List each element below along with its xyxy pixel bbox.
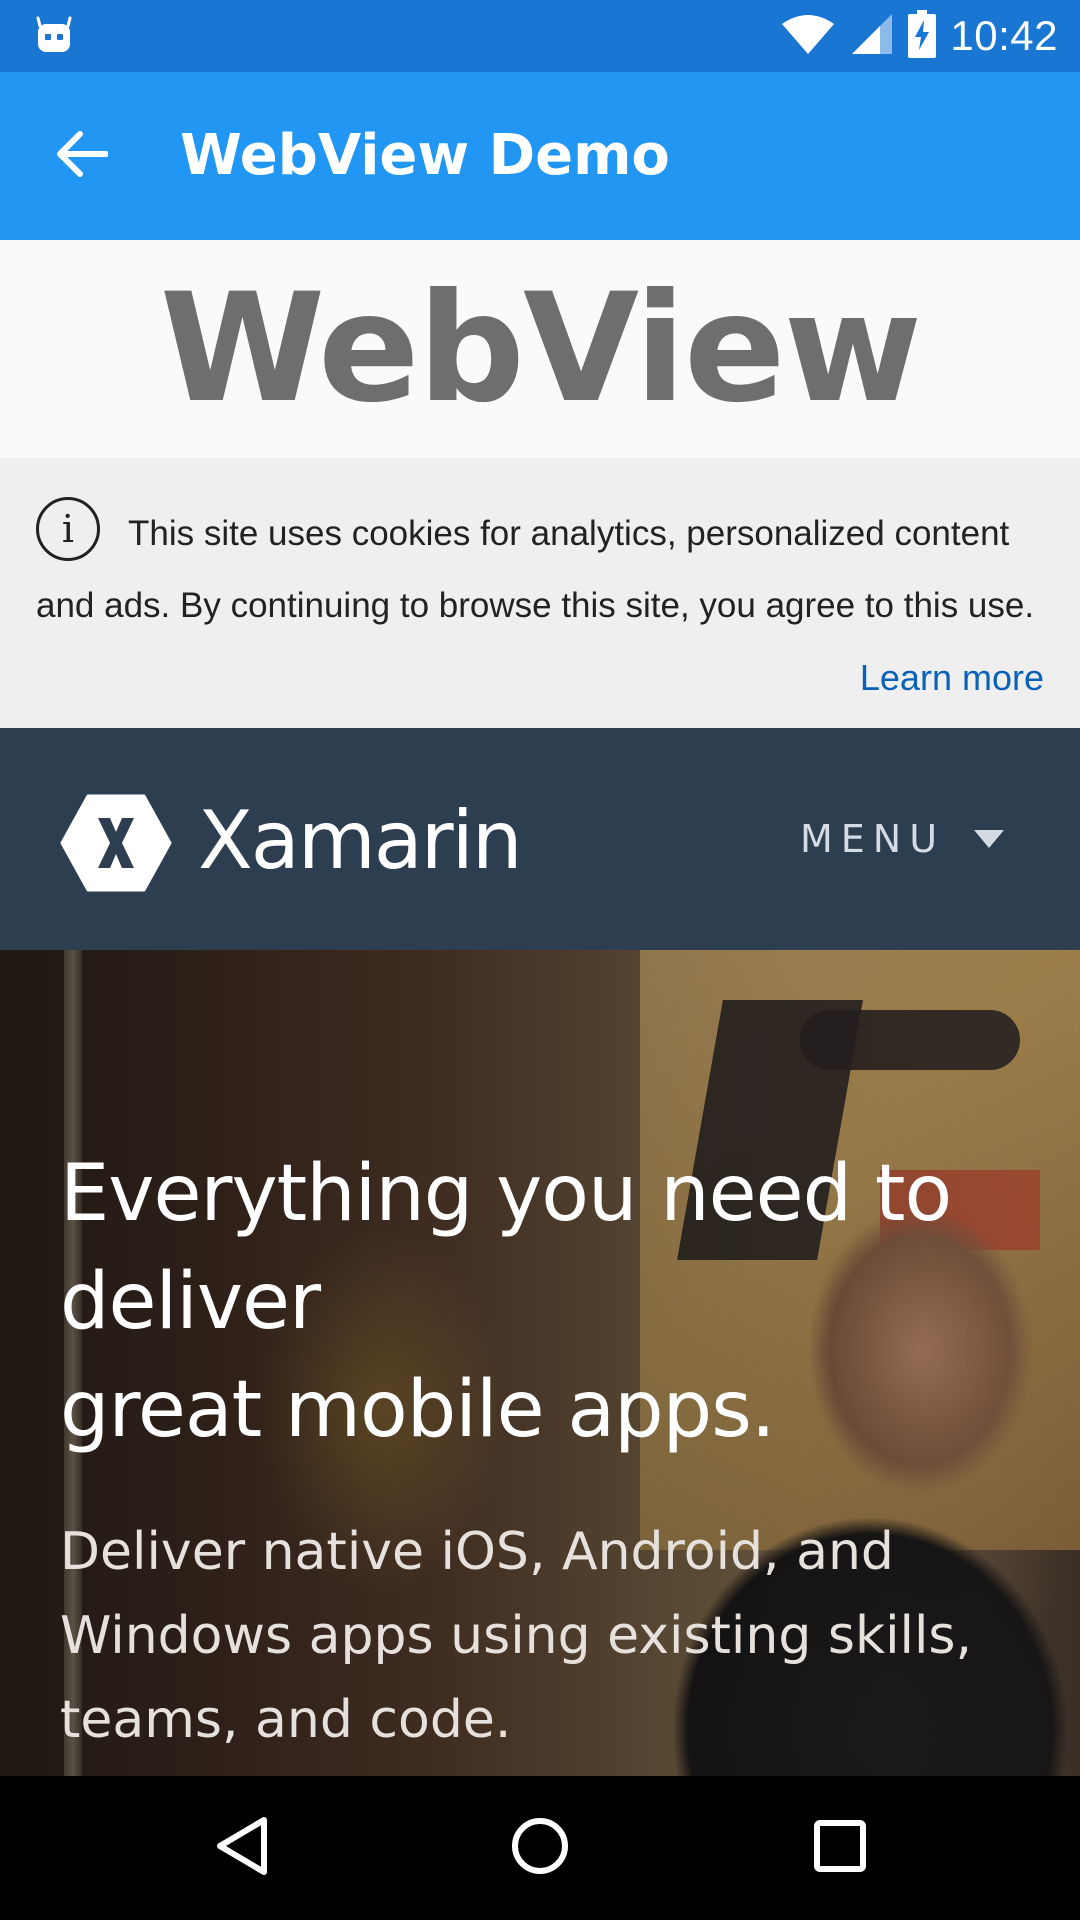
back-button[interactable]: [46, 120, 118, 192]
caret-down-icon[interactable]: [972, 828, 1006, 850]
cookie-banner: i This site uses cookies for analytics, p…: [0, 458, 1080, 728]
home-circle-icon: [510, 1816, 570, 1881]
status-bar: 10:42: [0, 0, 1080, 72]
status-icons: 10:42: [780, 0, 1058, 72]
android-debug-icon: [34, 14, 74, 54]
cellular-signal-icon: [850, 12, 894, 61]
webview-heading: WebView: [159, 262, 922, 436]
xamarin-brand[interactable]: Xamarin: [198, 776, 523, 906]
hero-subtext: Deliver native iOS, Android, and Windows…: [60, 1522, 973, 1750]
nav-back-button[interactable]: [206, 1812, 278, 1884]
learn-more-link[interactable]: Learn more: [860, 642, 1044, 714]
hero-headline-line: great mobile apps.: [60, 1365, 776, 1455]
cookie-text: This site uses cookies for analytics, pe…: [36, 514, 1035, 625]
system-nav-bar: [0, 1776, 1080, 1920]
nav-home-button[interactable]: [504, 1812, 576, 1884]
battery-charging-icon: [908, 9, 937, 63]
hero-section: Everything you need to deliver great mob…: [0, 950, 1080, 1776]
status-time: 10:42: [950, 12, 1058, 59]
info-icon: i: [36, 496, 100, 561]
xamarin-logo-icon[interactable]: [60, 794, 172, 892]
webview[interactable]: WebView i This site uses cookies for anal…: [0, 240, 1080, 1776]
hero-headline-line: Everything you need to: [60, 1149, 952, 1239]
app-title: WebView Demo: [180, 123, 670, 188]
nav-recents-button[interactable]: [804, 1812, 876, 1884]
arrow-back-icon: [56, 130, 109, 182]
xamarin-nav: Xamarin MENU: [0, 728, 1080, 950]
back-triangle-icon: [214, 1816, 270, 1881]
recents-square-icon: [813, 1819, 867, 1878]
hero-headline: Everything you need to deliver great mob…: [60, 1140, 1000, 1464]
hero-headline-line: deliver: [60, 1257, 321, 1347]
webview-heading-area: WebView: [0, 240, 1080, 458]
app-bar: WebView Demo: [0, 72, 1080, 240]
wifi-icon: [780, 12, 836, 61]
menu-button[interactable]: MENU: [800, 728, 945, 950]
